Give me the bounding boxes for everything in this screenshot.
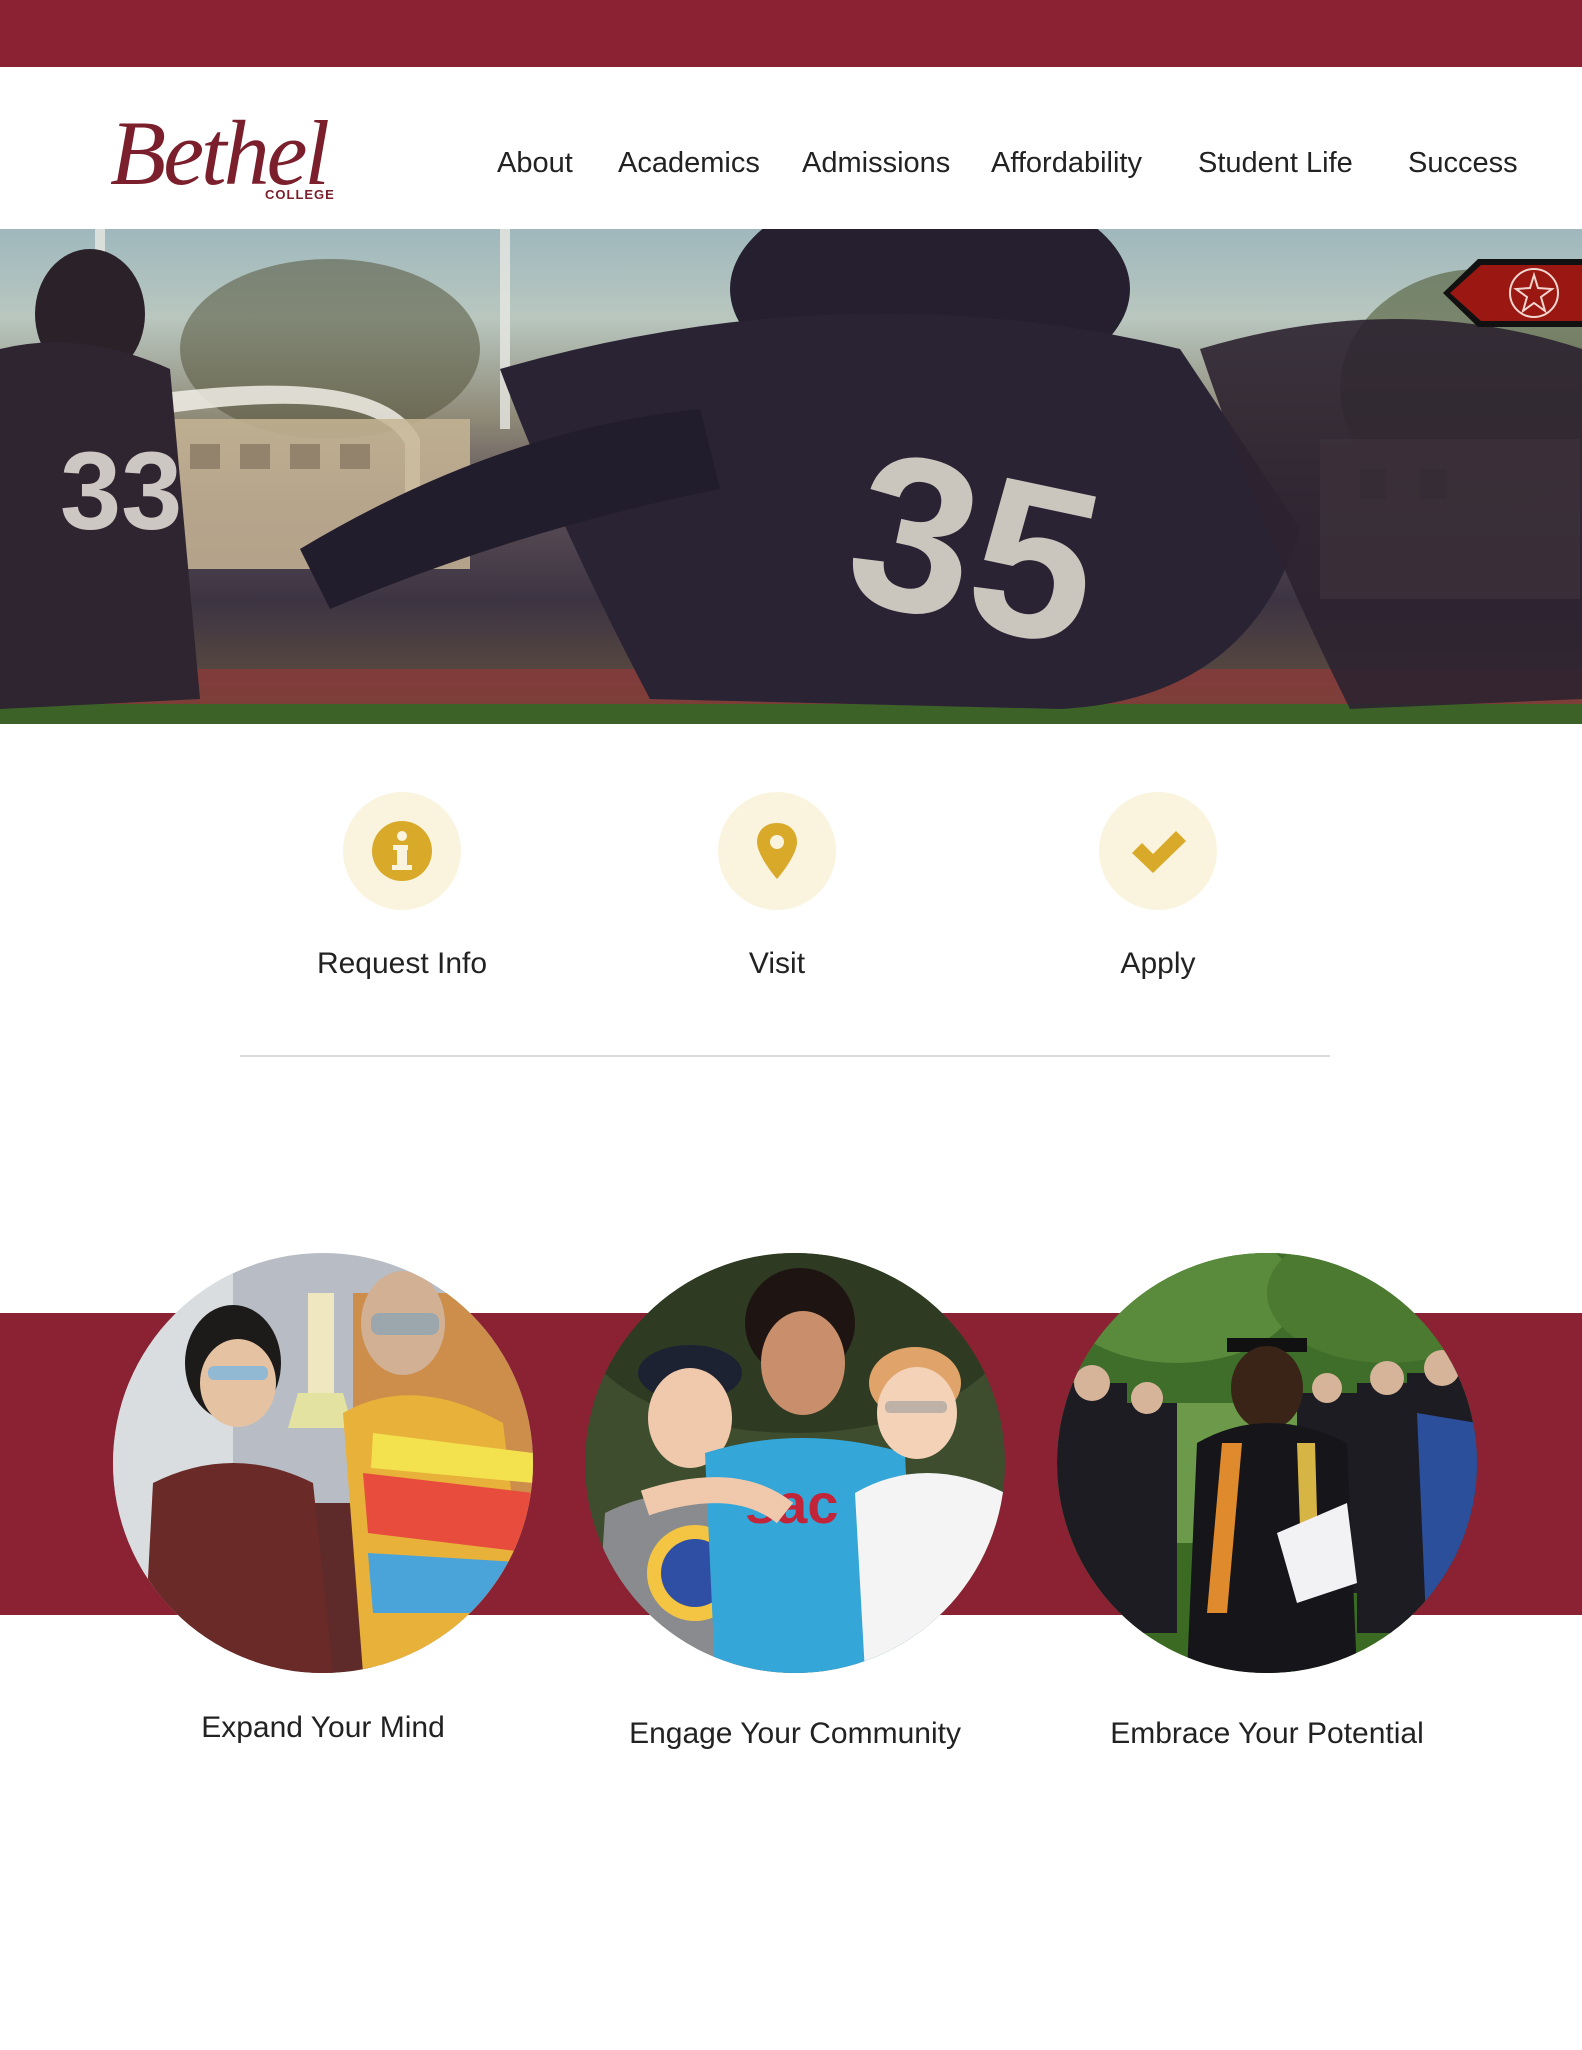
top-accent-bar [0, 0, 1582, 67]
feature-engage-your-community[interactable]: sac Engage Your Community [585, 1253, 1005, 1793]
svg-text:33: 33 [60, 430, 182, 553]
students-science-lab-photo [113, 1253, 533, 1673]
map-pin-icon [757, 823, 797, 879]
three-students-smiling-photo: sac [585, 1253, 1005, 1673]
checkmark-icon [1132, 831, 1186, 873]
homepage: Bethel COLLEGE About Academics Admission… [0, 0, 1582, 2050]
feature-caption: Expand Your Mind [201, 1711, 445, 1744]
svg-text:35: 35 [830, 402, 1121, 694]
feature-photo: sac [585, 1253, 1005, 1673]
feature-embrace-your-potential[interactable]: Embrace Your Potential [1057, 1253, 1477, 1793]
nav-item-academics[interactable]: Academics [618, 147, 760, 180]
logo-wordmark: Bethel [110, 102, 330, 204]
apply-button[interactable]: Apply [1036, 792, 1276, 992]
logo-subtitle: COLLEGE [265, 187, 335, 202]
hero-badge-button[interactable] [1442, 257, 1582, 329]
nav-item-student-life[interactable]: Student Life [1198, 147, 1353, 180]
bethel-college-logo[interactable]: Bethel COLLEGE [110, 107, 370, 207]
apply-circle [1099, 792, 1217, 910]
feature-photo [1057, 1253, 1477, 1673]
feature-photo [113, 1253, 533, 1673]
visit-label: Visit [748, 947, 806, 980]
compass-star-icon [1443, 259, 1582, 327]
request-info-label: Request Info [316, 947, 488, 980]
feature-caption: Engage Your Community [629, 1717, 961, 1750]
football-players-action-photo: 33 35 [0, 229, 1582, 724]
feature-caption: Embrace Your Potential [1110, 1717, 1424, 1750]
site-header: Bethel COLLEGE About Academics Admission… [0, 67, 1582, 229]
nav-item-affordability[interactable]: Affordability [991, 147, 1142, 180]
graduation-ceremony-photo [1057, 1253, 1477, 1673]
apply-label: Apply [1120, 947, 1196, 980]
feature-expand-your-mind[interactable]: Expand Your Mind [113, 1253, 533, 1793]
info-icon [372, 821, 432, 881]
request-info-button[interactable]: Request Info [280, 792, 520, 992]
nav-item-about[interactable]: About [497, 147, 573, 180]
hero-video-banner: 33 35 [0, 229, 1582, 724]
visit-circle [718, 792, 836, 910]
section-divider [240, 1055, 1330, 1057]
request-info-circle [343, 792, 461, 910]
nav-item-admissions[interactable]: Admissions [802, 147, 950, 180]
nav-item-success[interactable]: Success [1408, 147, 1518, 180]
visit-button[interactable]: Visit [655, 792, 895, 992]
